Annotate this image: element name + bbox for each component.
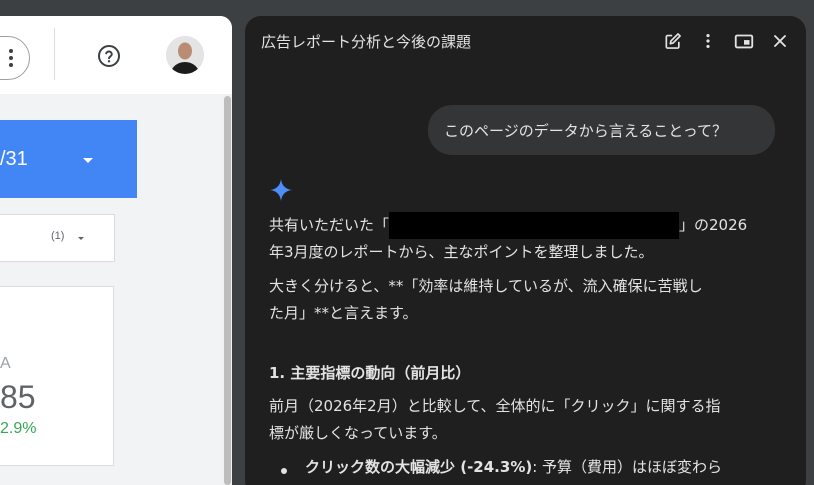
report-page: /31 (1) A 85 2.9% (0, 16, 232, 485)
close-icon[interactable] (769, 30, 791, 52)
user-message-text: このページのデータから言えることって？ (444, 121, 728, 140)
response-heading: 1. 主要指標の動向（前月比） (269, 364, 471, 382)
response-line: た月」**と言えます。 (269, 304, 418, 322)
bullet-text: : 予算（費用）はほぼ変わら (532, 458, 723, 476)
panel-title: 広告レポート分析と今後の課題 (261, 33, 472, 51)
response-paragraph: 共有いただいた「 」の2026 年3月度のレポートから、主なポイントを整理しました… (269, 212, 774, 266)
gemini-side-panel: 広告レポート分析と今後の課題 このページのデータから言えることって？ 共有いただ… (245, 16, 806, 485)
bullet-bold-text: クリック数の大幅減少 (-24.3%) (305, 458, 533, 476)
filter-count: (1) (51, 230, 65, 242)
response-bullet: クリック数の大幅減少 (-24.3%): 予算（費用）はほぼ変わら (305, 454, 775, 481)
page-scrollbar[interactable] (222, 94, 232, 485)
response-line: 標が厳しくなっています。 (269, 424, 447, 442)
kpi-scorecard: A 85 2.9% (0, 286, 114, 466)
picture-in-picture-icon[interactable] (733, 30, 755, 52)
response-paragraph: 大きく分けると、**「効率は維持しているが、流入確保に苦戦し た月」**と言えま… (269, 273, 774, 327)
more-options-button[interactable] (0, 36, 30, 80)
toolbar-divider (54, 28, 55, 80)
report-toolbar (0, 16, 232, 94)
account-avatar[interactable] (166, 36, 204, 74)
response-line: 大きく分けると、**「効率は維持しているが、流入確保に苦戦し (269, 277, 703, 295)
date-range-selector[interactable]: /31 (0, 120, 137, 198)
kpi-value: 85 (0, 379, 36, 415)
more-vert-icon[interactable] (697, 30, 719, 52)
kpi-change: 2.9% (0, 420, 37, 437)
response-line: 年3月度のレポートから、主なポイントを整理しました。 (269, 243, 654, 261)
redacted-block (389, 212, 680, 239)
gemini-sparkle-icon (270, 179, 292, 201)
response-text: 共有いただいた「 (269, 216, 390, 234)
scrollbar-thumb[interactable] (224, 96, 231, 485)
response-line: 共有いただいた「 」の2026 (269, 212, 774, 239)
bullet-dot (281, 468, 287, 474)
help-icon[interactable] (97, 44, 121, 68)
edit-icon[interactable] (662, 30, 684, 52)
more-vert-icon (9, 49, 13, 67)
kpi-label: A (0, 355, 11, 372)
date-range-text: /31 (0, 148, 28, 170)
dropdown-caret-icon (83, 158, 93, 163)
response-line: 前月（2026年2月）と比較して、全体的に「クリック」に関する指 (269, 397, 721, 415)
user-message-bubble: このページのデータから言えることって？ (428, 105, 775, 155)
filter-dropdown[interactable]: (1) (0, 214, 115, 262)
response-text: 」の2026 (679, 216, 748, 234)
response-paragraph: 前月（2026年2月）と比較して、全体的に「クリック」に関する指 標が厳しくなっ… (269, 393, 774, 447)
dropdown-caret-icon (78, 237, 84, 240)
